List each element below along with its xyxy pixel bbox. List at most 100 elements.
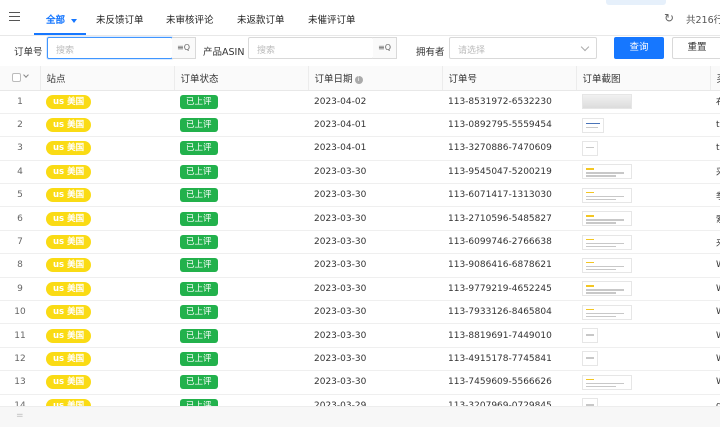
- order-screenshot-thumbnail[interactable]: [582, 94, 632, 110]
- order-number[interactable]: 113-8819691-7449010: [442, 323, 576, 348]
- tab-all[interactable]: 全部: [46, 12, 78, 26]
- status-cell: 已上评: [174, 253, 308, 278]
- order-screenshot-thumbnail[interactable]: [582, 187, 632, 203]
- screenshot-cell: [576, 136, 710, 161]
- order-screenshot-thumbnail[interactable]: [582, 257, 632, 273]
- status-badge: 已上评: [180, 375, 218, 390]
- select-all-header[interactable]: [0, 66, 41, 91]
- column-date[interactable]: 订单日期 i: [308, 66, 443, 91]
- reset-button[interactable]: 重置: [672, 37, 720, 59]
- screenshot-cell: [576, 370, 710, 395]
- row-index: 14: [0, 394, 40, 406]
- table-row[interactable]: 9 us 美国 已上评 2023-03-30113-9779219-4652245 W: [0, 277, 720, 302]
- table-row[interactable]: 13 us 美国 已上评 2023-03-30113-7459609-5566626 W: [0, 370, 720, 395]
- order-screenshot-thumbnail[interactable]: [582, 398, 598, 406]
- status-badge: 已上评: [180, 211, 218, 226]
- order-screenshot-thumbnail[interactable]: [582, 304, 632, 320]
- table-row[interactable]: 10 us 美国 已上评 2023-03-30113-7933126-8465804 W: [0, 300, 720, 325]
- site-tag: us 美国: [46, 94, 92, 109]
- tab-no-feedback[interactable]: 未反馈订单: [96, 12, 144, 26]
- order-number[interactable]: 113-4915178-7745841: [442, 347, 576, 372]
- order-number[interactable]: 113-8531972-6532230: [442, 90, 576, 114]
- order-screenshot-thumbnail[interactable]: [582, 351, 598, 367]
- order-date: 2023-03-30: [308, 183, 442, 208]
- owner-placeholder: 请选择: [458, 46, 486, 56]
- order-screenshot-thumbnail[interactable]: [582, 211, 632, 227]
- status-cell: 已上评: [174, 323, 308, 348]
- chevron-down-icon[interactable]: [22, 72, 29, 79]
- table-row[interactable]: 12 us 美国 已上评 2023-03-30113-4915178-7745841 W: [0, 347, 720, 372]
- order-screenshot-thumbnail[interactable]: [582, 140, 598, 156]
- column-screenshot[interactable]: 订单截图: [576, 66, 711, 91]
- order-screenshot-thumbnail[interactable]: [582, 234, 632, 250]
- asin-input[interactable]: 搜索: [248, 37, 374, 59]
- order-screenshot-thumbnail[interactable]: [582, 164, 632, 180]
- table-row[interactable]: 14 us 美国 已上评 2023-03-29113-3207969-0729845 d: [0, 394, 720, 406]
- order-number[interactable]: 113-2710596-5485827: [442, 206, 576, 231]
- search-button[interactable]: 查询: [614, 37, 664, 59]
- order-date: 2023-04-01: [308, 136, 442, 161]
- order-number[interactable]: 113-9779219-4652245: [442, 277, 576, 302]
- table-row[interactable]: 6 us 美国 已上评 2023-03-30113-2710596-5485827 索: [0, 206, 720, 231]
- site-tag: us 美国: [46, 188, 92, 203]
- column-status[interactable]: 订单状态: [174, 66, 309, 91]
- status-cell: 已上评: [174, 183, 308, 208]
- order-number[interactable]: 113-6099746-2766638: [442, 230, 576, 255]
- site-cell: us 美国: [40, 394, 174, 406]
- column-buyer[interactable]: 买: [710, 66, 720, 91]
- column-site[interactable]: 站点: [40, 66, 175, 91]
- tab-no-reminder[interactable]: 未催评订单: [308, 12, 356, 26]
- order-screenshot-thumbnail[interactable]: [582, 117, 604, 133]
- table-row[interactable]: 7 us 美国 已上评 2023-03-30113-6099746-2766638 来: [0, 230, 720, 255]
- site-cell: us 美国: [40, 300, 174, 325]
- asin-search-icon[interactable]: ≡Q: [373, 37, 397, 59]
- order-number[interactable]: 113-6071417-1313030: [442, 183, 576, 208]
- chevron-down-icon[interactable]: [71, 18, 78, 23]
- orders-table: 站点 订单状态 订单日期i 订单号 订单截图 买 1us 美国已上评2023-0…: [0, 66, 720, 406]
- order-date: 2023-03-30: [308, 370, 442, 395]
- order-date: 2023-03-30: [308, 206, 442, 231]
- table-row[interactable]: 1 us 美国 已上评 2023-04-02113-8531972-6532230 布: [0, 90, 720, 114]
- buyer-cell: d: [710, 394, 720, 406]
- status-badge: 已上评: [180, 398, 218, 406]
- refresh-icon[interactable]: ↻: [664, 11, 674, 25]
- site-cell: us 美国: [40, 347, 174, 372]
- screenshot-cell: [576, 253, 710, 278]
- order-number[interactable]: 113-0892795-5559454: [442, 113, 576, 138]
- status-cell: 已上评: [174, 230, 308, 255]
- order-search-icon[interactable]: ≡Q: [172, 37, 196, 59]
- total-count: 共216行: [686, 15, 720, 26]
- order-date: 2023-03-30: [308, 230, 442, 255]
- menu-icon[interactable]: [9, 12, 20, 21]
- screenshot-cell: [576, 347, 710, 372]
- order-number[interactable]: 113-7459609-5566626: [442, 370, 576, 395]
- status-cell: 已上评: [174, 347, 308, 372]
- column-order-number[interactable]: 订单号: [442, 66, 577, 91]
- table-row[interactable]: 2 us 美国 已上评 2023-04-01113-0892795-5559454 tc: [0, 113, 720, 138]
- order-number[interactable]: 113-3207969-0729845: [442, 394, 576, 406]
- order-number[interactable]: 113-3270886-7470609: [442, 136, 576, 161]
- row-index: 2: [0, 113, 40, 138]
- table-row[interactable]: 11 us 美国 已上评 2023-03-30113-8819691-7449010 W: [0, 323, 720, 348]
- site-cell: us 美国: [40, 113, 174, 138]
- select-all-checkbox[interactable]: [11, 73, 21, 83]
- screenshot-cell: [576, 394, 710, 406]
- order-screenshot-thumbnail[interactable]: [582, 328, 598, 344]
- order-number-input[interactable]: 搜索: [47, 37, 173, 59]
- order-number[interactable]: 113-9545047-5200219: [442, 160, 576, 185]
- buyer-cell: W: [710, 300, 720, 325]
- owner-select[interactable]: 请选择: [449, 37, 597, 59]
- buyer-cell: tc: [710, 113, 720, 138]
- order-number[interactable]: 113-9086416-6878621: [442, 253, 576, 278]
- drag-handle-icon[interactable]: =: [16, 411, 24, 421]
- order-screenshot-thumbnail[interactable]: [582, 281, 632, 297]
- tab-no-refund[interactable]: 未返款订单: [237, 12, 285, 26]
- table-row[interactable]: 3 us 美国 已上评 2023-04-01113-3270886-7470609 tc: [0, 136, 720, 161]
- tab-unreviewed[interactable]: 未审核评论: [166, 12, 214, 26]
- table-row[interactable]: 5 us 美国 已上评 2023-03-30113-6071417-1313030 季: [0, 183, 720, 208]
- site-tag: us 美国: [46, 281, 92, 296]
- table-row[interactable]: 4 us 美国 已上评 2023-03-30113-9545047-5200219 采: [0, 160, 720, 185]
- order-number[interactable]: 113-7933126-8465804: [442, 300, 576, 325]
- table-row[interactable]: 8 us 美国 已上评 2023-03-30113-9086416-6878621 W: [0, 253, 720, 278]
- order-screenshot-thumbnail[interactable]: [582, 374, 632, 390]
